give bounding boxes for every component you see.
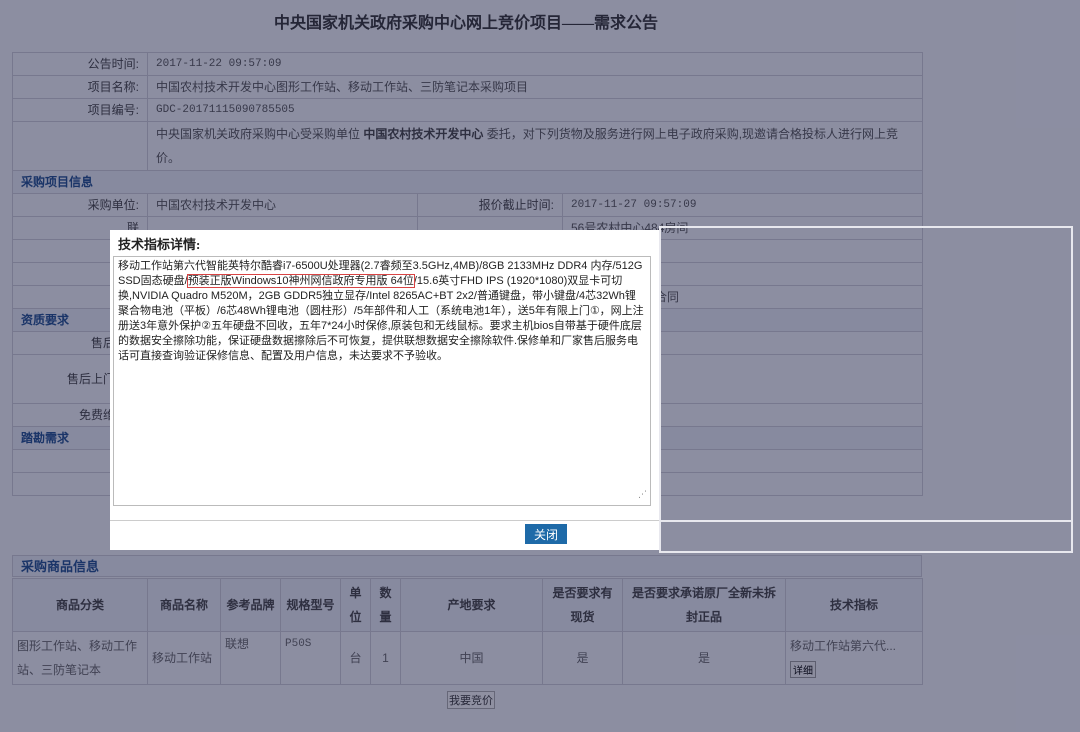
highlight-frame — [659, 226, 1073, 553]
close-button[interactable]: 关闭 — [525, 524, 567, 544]
spec-textarea[interactable]: 移动工作站第六代智能英特尔酷睿i7-6500U处理器(2.7睿频至3.5GHz,… — [113, 256, 651, 506]
dialog-footer: 关闭 — [110, 520, 659, 551]
dialog-title: 技术指标详情: — [118, 237, 201, 252]
spec-text-highlight: 预装正版Windows10神州网信政府专用版 64位 — [186, 274, 415, 288]
tech-spec-dialog: 技术指标详情: 移动工作站第六代智能英特尔酷睿i7-6500U处理器(2.7睿频… — [110, 230, 659, 550]
resize-handle-icon[interactable]: ⋰ — [638, 487, 647, 502]
spec-text-part2: /15.6英寸FHD IPS (1920*1080)双显卡可切换,NVIDIA … — [118, 275, 644, 362]
